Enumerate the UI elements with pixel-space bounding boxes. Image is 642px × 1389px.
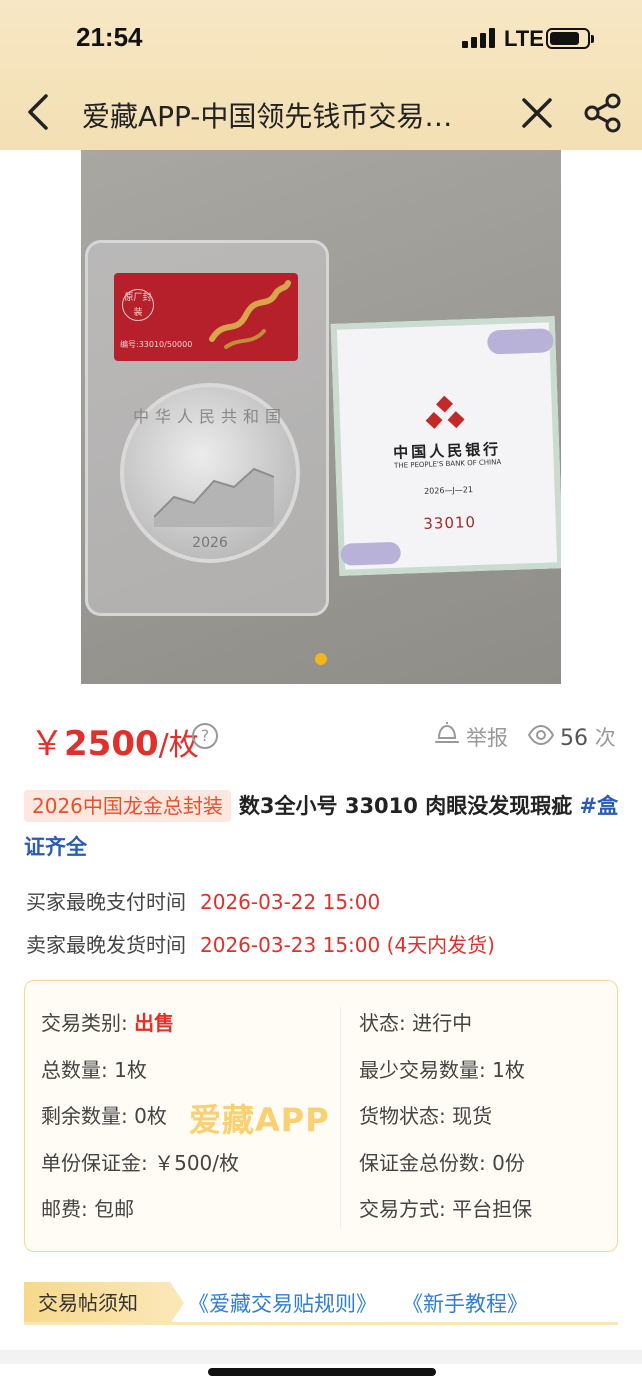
tutorial-link[interactable]: 《新手教程》 <box>402 1288 528 1318</box>
seller-deadline-row: 卖家最晚发货时间 2026-03-23 15:00 (4天内发货) <box>26 929 495 958</box>
divider <box>340 1007 341 1229</box>
cert-number: 33010 <box>423 513 477 533</box>
rules-link[interactable]: 《爱藏交易贴规则》 <box>188 1288 377 1318</box>
battery-icon <box>546 28 594 49</box>
buyer-deadline-value: 2026-03-22 15:00 <box>200 890 381 914</box>
category-tag[interactable]: 2026中国龙金总封装 <box>24 790 231 822</box>
coin-legend: 中华人民共和国 <box>132 407 287 426</box>
deposit-total: 保证金总份数: 0份 <box>359 1150 525 1175</box>
shipping-fee: 邮费: 包邮 <box>41 1197 135 1221</box>
carousel-dot[interactable] <box>315 653 327 665</box>
deposit-per-unit: 单份保证金: ￥500/枚 <box>41 1150 240 1175</box>
slab-seal: 原厂封装 <box>122 289 154 321</box>
coin-slab: 原厂封装 编号:33010/50000 中华人民共和国 2026 <box>85 240 329 616</box>
listing-title-text: 数3全小号 33010 肉眼没发现瑕疵 <box>238 794 573 818</box>
great-wall-icon <box>154 467 274 527</box>
listing-content: ￥2500/枚 ? 举报 56 次 2026中国龙金总封装 数3全小号 33010… <box>0 684 642 1350</box>
min-trade-quantity: 最少交易数量: 1枚 <box>359 1057 525 1082</box>
report-icon <box>435 722 459 743</box>
back-icon[interactable] <box>22 92 58 132</box>
close-icon[interactable] <box>518 94 556 132</box>
notice-underline <box>24 1322 618 1325</box>
total-quantity: 总数量: 1枚 <box>41 1057 147 1082</box>
views-label: 56 次 <box>560 722 616 752</box>
trade-status: 状态: 进行中 <box>359 1011 473 1035</box>
cloud-decoration <box>486 328 554 355</box>
notice-tag: 交易帖须知 <box>24 1282 184 1324</box>
coin-year: 2026 <box>192 535 228 551</box>
seller-deadline-value: 2026-03-23 15:00 (4天内发货) <box>200 933 495 957</box>
listing-title: 2026中国龙金总封装 数3全小号 33010 肉眼没发现瑕疵 #盒证齐全 <box>24 786 620 868</box>
seller-deadline-label: 卖家最晚发货时间 <box>26 933 186 957</box>
trade-type-value: 出售 <box>134 1011 175 1035</box>
cloud-decoration <box>340 541 402 566</box>
price: ￥2500/枚 <box>30 716 199 765</box>
product-photo[interactable]: 原厂封装 编号:33010/50000 中华人民共和国 2026 中国人民银行 … <box>81 150 561 684</box>
nav-bar: 爱藏APP-中国领先钱币交易… <box>0 78 642 150</box>
details-right-column: 状态: 进行中 最少交易数量: 1枚 货物状态: 现货 保证金总份数: 0份 交… <box>359 1007 532 1240</box>
buyer-deadline-label: 买家最晚支付时间 <box>26 890 186 914</box>
product-image-carousel[interactable]: 原厂封装 编号:33010/50000 中华人民共和国 2026 中国人民银行 … <box>0 150 642 684</box>
status-time: 21:54 <box>76 22 143 52</box>
status-bar: 21:54 LTE <box>0 0 642 78</box>
home-indicator[interactable] <box>208 1368 436 1376</box>
buyer-deadline-row: 买家最晚支付时间 2026-03-22 15:00 <box>26 886 380 915</box>
network-type: LTE <box>504 26 544 51</box>
trade-details-card: 交易类别: 出售 总数量: 1枚 剩余数量: 0枚 单份保证金: ￥500/枚 … <box>24 980 618 1252</box>
views-unit: 次 <box>594 726 616 750</box>
trade-type: 交易类别: 出售 <box>41 1007 239 1054</box>
help-icon[interactable]: ? <box>192 723 218 749</box>
signal-icon <box>462 28 496 48</box>
share-icon[interactable] <box>582 92 624 134</box>
eye-icon <box>528 724 554 746</box>
slab-serial: 编号:33010/50000 <box>120 340 193 349</box>
report-label: 举报 <box>466 726 508 750</box>
certificate-card: 中国人民银行 THE PEOPLE'S BANK OF CHINA 2026—J… <box>330 316 561 576</box>
trade-method: 交易方式: 平台担保 <box>359 1197 533 1221</box>
page-title: 爱藏APP-中国领先钱币交易… <box>82 100 453 133</box>
dragon-icon <box>209 280 291 349</box>
silver-coin: 中华人民共和国 2026 <box>120 383 300 563</box>
trade-type-label: 交易类别: <box>41 1011 135 1035</box>
views-count: 56 <box>560 726 588 751</box>
price-amount: 2500 <box>64 724 159 764</box>
app-watermark: 爱藏APP <box>189 1101 330 1139</box>
bank-logo-icon <box>425 395 465 429</box>
price-currency: ￥ <box>30 724 64 764</box>
goods-status: 货物状态: 现货 <box>359 1104 493 1128</box>
slab-label: 原厂封装 编号:33010/50000 <box>114 273 298 361</box>
cert-date: 2026—J—21 <box>423 485 474 496</box>
header: 21:54 LTE 爱藏APP-中国领先钱币交易… <box>0 0 642 150</box>
trade-notice: 交易帖须知 《爱藏交易贴规则》 《新手教程》 <box>24 1282 618 1326</box>
